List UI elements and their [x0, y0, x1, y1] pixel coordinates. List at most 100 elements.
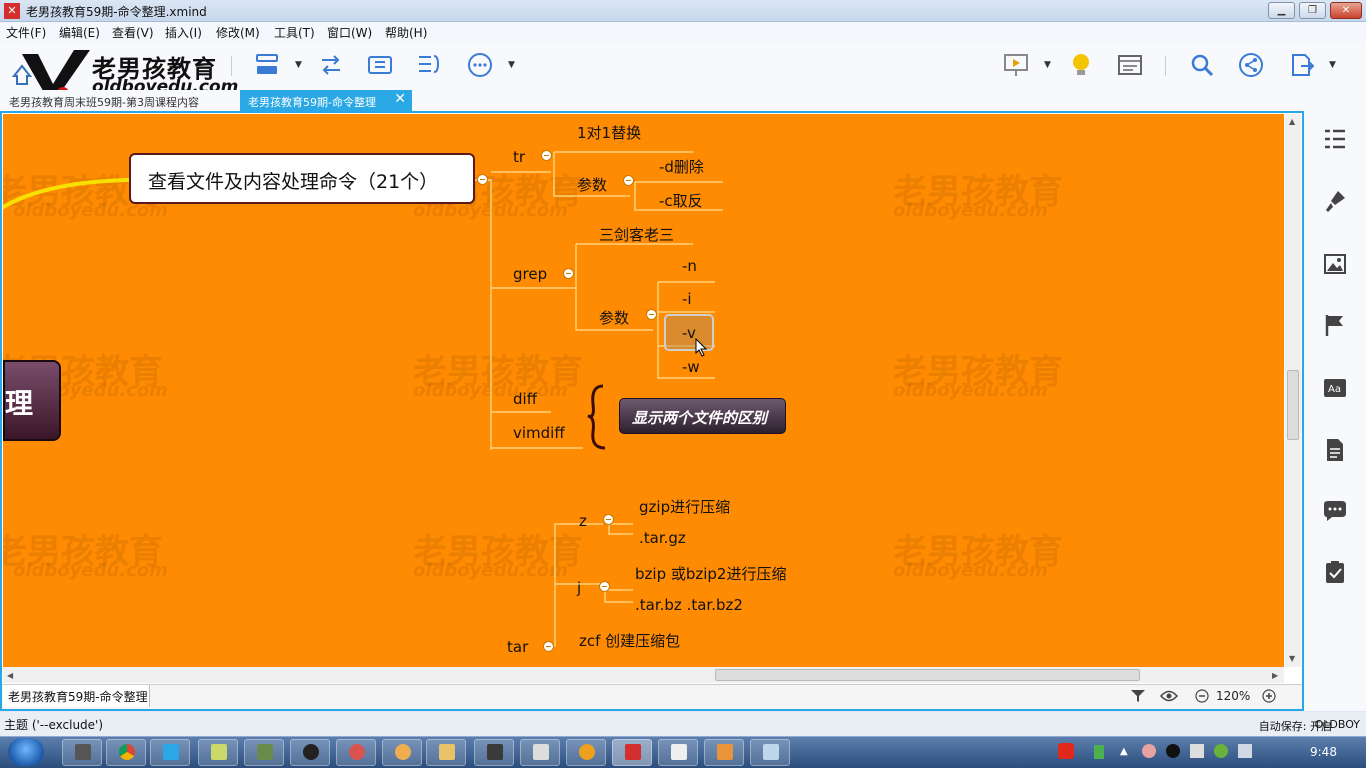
collapse-toggle[interactable]	[623, 175, 634, 186]
sogou-input-icon[interactable]	[1058, 743, 1074, 759]
lightbulb-icon[interactable]	[1068, 52, 1094, 78]
menu-window[interactable]: 窗口(W)	[327, 24, 372, 41]
topic-diff[interactable]: diff	[513, 390, 537, 408]
relationship-icon[interactable]	[318, 52, 344, 78]
topic-zcf[interactable]: zcf 创建压缩包	[579, 630, 680, 651]
vertical-scroll-thumb[interactable]	[1287, 370, 1299, 440]
tab-weekly-course[interactable]: 老男孩教育周末班59期-第3周课程内容	[9, 94, 199, 110]
menu-help[interactable]: 帮助(H)	[385, 24, 427, 41]
network-icon[interactable]	[1238, 744, 1252, 758]
topic-grep-opt-v[interactable]: -v	[682, 324, 696, 342]
text-style-icon[interactable]: Aa	[1322, 375, 1348, 401]
flag-icon[interactable]	[1322, 312, 1348, 338]
topic-tar[interactable]: tar	[507, 638, 528, 656]
menu-edit[interactable]: 编辑(E)	[59, 24, 100, 41]
battery-icon[interactable]	[1094, 745, 1104, 759]
comments-icon[interactable]	[1322, 498, 1348, 524]
scroll-right-icon[interactable]: ▶	[1272, 671, 1278, 680]
topic-tr-opt-d[interactable]: -d删除	[659, 156, 704, 177]
sublime-icon[interactable]	[474, 739, 514, 766]
summary-diff[interactable]: 显示两个文件的区别	[619, 398, 786, 434]
zoom-out-icon[interactable]	[1195, 689, 1209, 703]
user-name[interactable]: OLDBOY	[1315, 718, 1360, 731]
taskbar-app[interactable]	[658, 739, 698, 766]
menu-file[interactable]: 文件(F)	[6, 24, 46, 41]
outline-icon[interactable]	[1117, 52, 1143, 78]
scroll-left-icon[interactable]: ◀	[7, 671, 13, 680]
xmind-icon[interactable]	[612, 739, 652, 766]
collapse-toggle[interactable]	[599, 581, 610, 592]
topic-tr-params[interactable]: 参数	[577, 174, 607, 195]
chevron-up-icon[interactable]: ▲	[1120, 746, 1128, 757]
scroll-up-icon[interactable]: ▲	[1289, 117, 1295, 126]
export-icon[interactable]	[1289, 52, 1315, 78]
chevron-down-icon[interactable]: ▼	[295, 60, 302, 70]
collapse-toggle[interactable]	[646, 309, 657, 320]
collapse-toggle[interactable]	[477, 174, 488, 185]
topic-grep-params[interactable]: 参数	[599, 307, 629, 328]
close-button[interactable]: ✕	[1330, 2, 1362, 19]
share-icon[interactable]	[1238, 52, 1264, 78]
zoom-in-icon[interactable]	[1262, 689, 1276, 703]
tray-app-icon[interactable]	[1142, 744, 1156, 758]
chrome-icon[interactable]	[106, 739, 146, 766]
topic-tar-z[interactable]: z	[579, 512, 587, 530]
filter-icon[interactable]	[1130, 689, 1146, 703]
qq-tray-icon[interactable]	[1166, 744, 1180, 758]
qq-icon[interactable]	[290, 739, 330, 766]
topic-grep-opt-w[interactable]: -w	[682, 358, 700, 376]
image-icon[interactable]	[1322, 251, 1348, 277]
taskbar-app[interactable]	[244, 739, 284, 766]
explorer-icon[interactable]	[426, 739, 466, 766]
chevron-down-icon[interactable]: ▼	[1329, 60, 1336, 70]
menu-view[interactable]: 查看(V)	[112, 24, 154, 41]
topic-tarbz[interactable]: .tar.bz .tar.bz2	[635, 596, 743, 614]
taskbar-app[interactable]	[62, 739, 102, 766]
start-button[interactable]	[8, 738, 44, 766]
outline-panel-icon[interactable]	[1322, 126, 1348, 152]
topic-tr-desc[interactable]: 1对1替换	[577, 122, 641, 143]
collapse-toggle[interactable]	[543, 641, 554, 652]
collapse-toggle[interactable]	[603, 514, 614, 525]
horizontal-scroll-thumb[interactable]	[715, 669, 1140, 681]
collapse-toggle[interactable]	[563, 268, 574, 279]
search-icon[interactable]	[1189, 52, 1215, 78]
format-brush-icon[interactable]	[1322, 188, 1348, 214]
topic-bzip[interactable]: bzip 或bzip2进行压缩	[635, 563, 786, 584]
sheet-tab[interactable]: 老男孩教育59期-命令整理	[3, 685, 150, 707]
taskbar-app[interactable]	[750, 739, 790, 766]
taskbar-app[interactable]	[150, 739, 190, 766]
taskbar-app[interactable]	[520, 739, 560, 766]
topic-view-commands[interactable]: 查看文件及内容处理命令（21个）	[129, 153, 475, 204]
close-icon[interactable]: ✕	[394, 91, 406, 107]
volume-icon[interactable]	[1190, 744, 1204, 758]
topic-gzip[interactable]: gzip进行压缩	[639, 496, 730, 517]
topic-tar-j[interactable]: j	[577, 579, 581, 597]
summary-icon[interactable]	[416, 52, 442, 78]
collapse-toggle[interactable]	[541, 150, 552, 161]
more-icon[interactable]	[467, 52, 493, 78]
tray-app-icon[interactable]	[1214, 744, 1228, 758]
notes-icon[interactable]	[1322, 437, 1348, 463]
menu-modify[interactable]: 修改(M)	[216, 24, 260, 41]
menu-tools[interactable]: 工具(T)	[274, 24, 315, 41]
central-topic[interactable]: 理	[3, 360, 61, 441]
topic-grep-opt-i[interactable]: -i	[682, 290, 692, 308]
chevron-down-icon[interactable]: ▼	[508, 60, 515, 70]
chevron-down-icon[interactable]: ▼	[1044, 60, 1051, 70]
taskbar-app[interactable]	[336, 739, 376, 766]
topic-vimdiff[interactable]: vimdiff	[513, 424, 565, 442]
taskbar-app[interactable]	[382, 739, 422, 766]
topic-grep-desc[interactable]: 三剑客老三	[599, 224, 674, 245]
menu-insert[interactable]: 插入(I)	[165, 24, 202, 41]
tab-command-summary[interactable]: 老男孩教育59期-命令整理 ✕	[240, 90, 412, 111]
clock[interactable]: 9:48	[1310, 745, 1337, 759]
maximize-button[interactable]: ❐	[1299, 2, 1326, 19]
minimize-button[interactable]: ▁	[1268, 2, 1295, 19]
presentation-icon[interactable]	[1003, 52, 1029, 78]
topic-grep-opt-n[interactable]: -n	[682, 257, 697, 275]
mindmap-canvas[interactable]: 老男孩教育 老男孩教育 老男孩教育 oldboyedu.com oldboyed…	[3, 114, 1284, 667]
eye-icon[interactable]	[1160, 689, 1178, 703]
scroll-down-icon[interactable]: ▼	[1289, 654, 1295, 663]
structure-icon[interactable]	[255, 52, 281, 78]
